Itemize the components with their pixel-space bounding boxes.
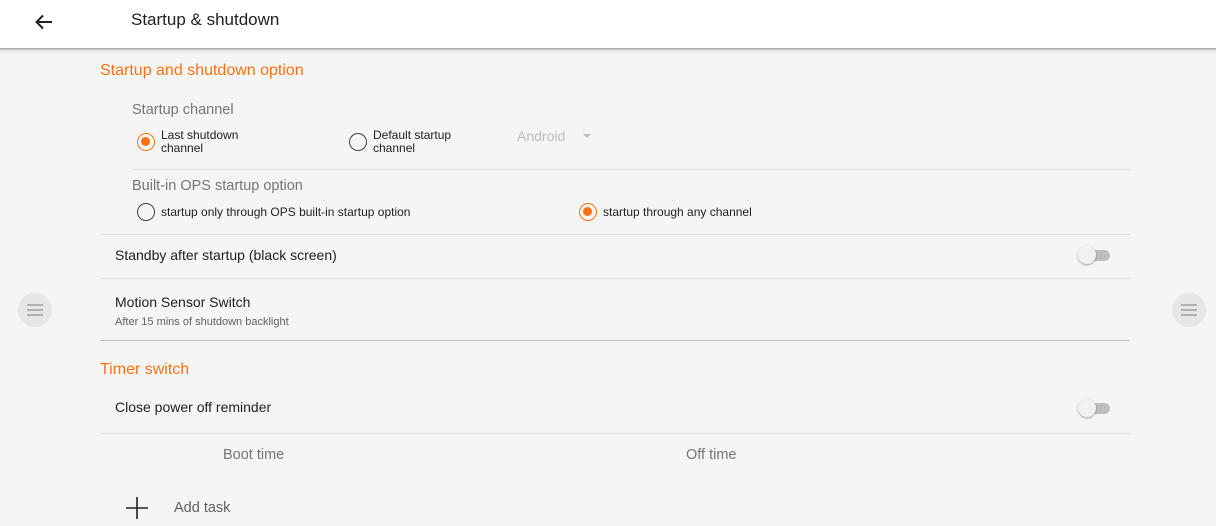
back-button[interactable] — [28, 8, 60, 36]
menu-icon — [1181, 304, 1197, 316]
radio-button-checked[interactable] — [137, 133, 155, 151]
close-reminder-label: Close power off reminder — [115, 399, 272, 415]
motion-sensor-subtitle: After 15 mins of shutdown backlight — [115, 316, 289, 328]
arrow-left-icon — [35, 14, 52, 30]
menu-icon — [27, 304, 43, 316]
column-header-off-time: Off time — [686, 447, 737, 463]
radio-label: startup only through OPS built-in startu… — [161, 204, 411, 219]
radio-last-shutdown-channel[interactable]: Last shutdown channel — [137, 129, 238, 155]
ops-option-label: Built-in OPS startup option — [132, 178, 303, 194]
page-title: Startup & shutdown — [131, 10, 280, 29]
divider — [100, 234, 1130, 235]
divider — [132, 169, 1130, 170]
toggle-thumb — [1078, 399, 1096, 417]
radio-button-checked[interactable] — [579, 203, 597, 221]
radio-ops-built-in-only[interactable]: startup only through OPS built-in startu… — [137, 203, 410, 221]
radio-label-line1: Last shutdown — [161, 128, 239, 142]
divider — [100, 433, 1130, 434]
standby-toggle[interactable] — [1078, 246, 1110, 264]
caret-down-icon — [583, 134, 592, 138]
dropdown-value: Android — [517, 128, 566, 144]
section-divider — [100, 340, 1130, 341]
app-bar-shadow — [0, 48, 1216, 54]
radio-label-line2: channel — [373, 141, 416, 155]
add-task-label: Add task — [174, 500, 231, 516]
column-header-boot-time: Boot time — [223, 447, 285, 463]
channel-dropdown[interactable]: Android — [517, 128, 592, 144]
app-bar: Startup & shutdown — [0, 0, 1216, 48]
radio-label: Default startup channel — [373, 129, 451, 155]
standby-after-startup-label: Standby after startup (black screen) — [115, 247, 337, 263]
plus-icon — [126, 497, 148, 519]
left-drawer-handle[interactable] — [18, 293, 52, 327]
add-task-button[interactable]: Add task — [122, 493, 230, 523]
close-reminder-toggle[interactable] — [1078, 399, 1110, 417]
motion-sensor-label: Motion Sensor Switch — [115, 294, 251, 310]
radio-label: Last shutdown channel — [161, 129, 238, 155]
radio-button-unchecked[interactable] — [349, 133, 367, 151]
radio-label-line2: channel — [161, 141, 204, 155]
section-title-startup: Startup and shutdown option — [100, 62, 304, 79]
radio-button-unchecked[interactable] — [137, 203, 155, 221]
radio-label-line1: Default startup — [373, 128, 452, 142]
section-title-timer: Timer switch — [100, 361, 190, 378]
radio-label: startup through any channel — [603, 204, 752, 219]
divider — [100, 278, 1130, 279]
right-drawer-handle[interactable] — [1172, 293, 1206, 327]
radio-any-channel[interactable]: startup through any channel — [579, 203, 752, 221]
radio-default-startup-channel[interactable]: Default startup channel — [349, 129, 451, 155]
startup-channel-label: Startup channel — [132, 102, 234, 118]
toggle-thumb — [1078, 246, 1096, 264]
